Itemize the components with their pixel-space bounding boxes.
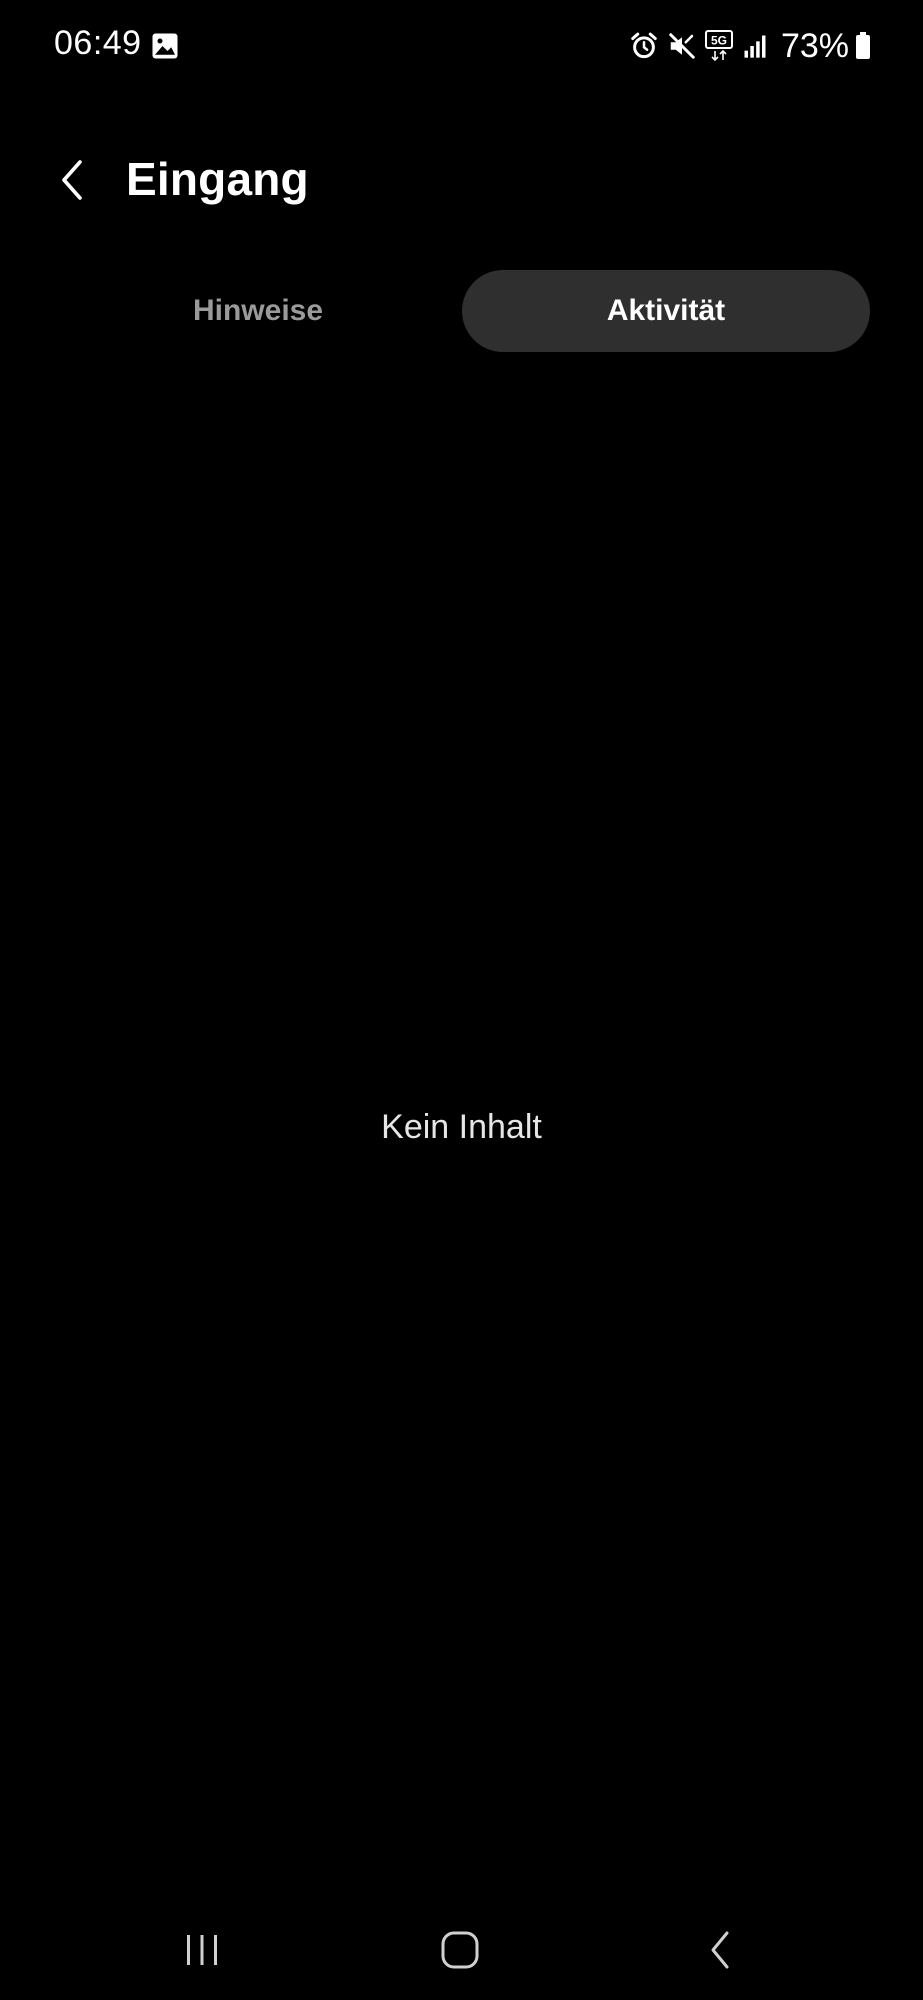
5g-icon: 5G: [704, 30, 733, 62]
network-type-label: 5G: [711, 34, 727, 48]
empty-state-message: Kein Inhalt: [381, 1108, 542, 1146]
recents-icon: [187, 1935, 217, 1965]
mute-icon: [669, 33, 695, 59]
status-time: 06:49: [54, 24, 142, 62]
back-button[interactable]: [46, 150, 96, 210]
back-icon: [711, 1931, 729, 1969]
tab-notices[interactable]: Hinweise: [54, 270, 462, 352]
navigation-bar: [0, 1900, 923, 2000]
screen: 06:49 5G 73% Eingang Hinweise Aktivität …: [0, 0, 923, 2000]
signal-icon: [744, 35, 766, 58]
tab-bar: Hinweise Aktivität: [54, 270, 870, 352]
home-button[interactable]: [420, 1920, 500, 1980]
home-icon: [441, 1931, 479, 1969]
page-title: Eingang: [126, 153, 309, 205]
header: Eingang: [0, 138, 923, 222]
tab-activity[interactable]: Aktivität: [462, 270, 870, 352]
battery-icon: [856, 32, 870, 59]
status-icons: 5G 73%: [629, 26, 871, 66]
recents-button[interactable]: [162, 1920, 242, 1980]
chevron-left-icon: [62, 160, 82, 200]
back-nav-button[interactable]: [680, 1920, 760, 1980]
alarm-icon: [631, 32, 657, 59]
status-bar: 06:49 5G 73%: [0, 0, 923, 92]
battery-percent: 73%: [780, 26, 849, 65]
gallery-icon: [152, 33, 178, 59]
